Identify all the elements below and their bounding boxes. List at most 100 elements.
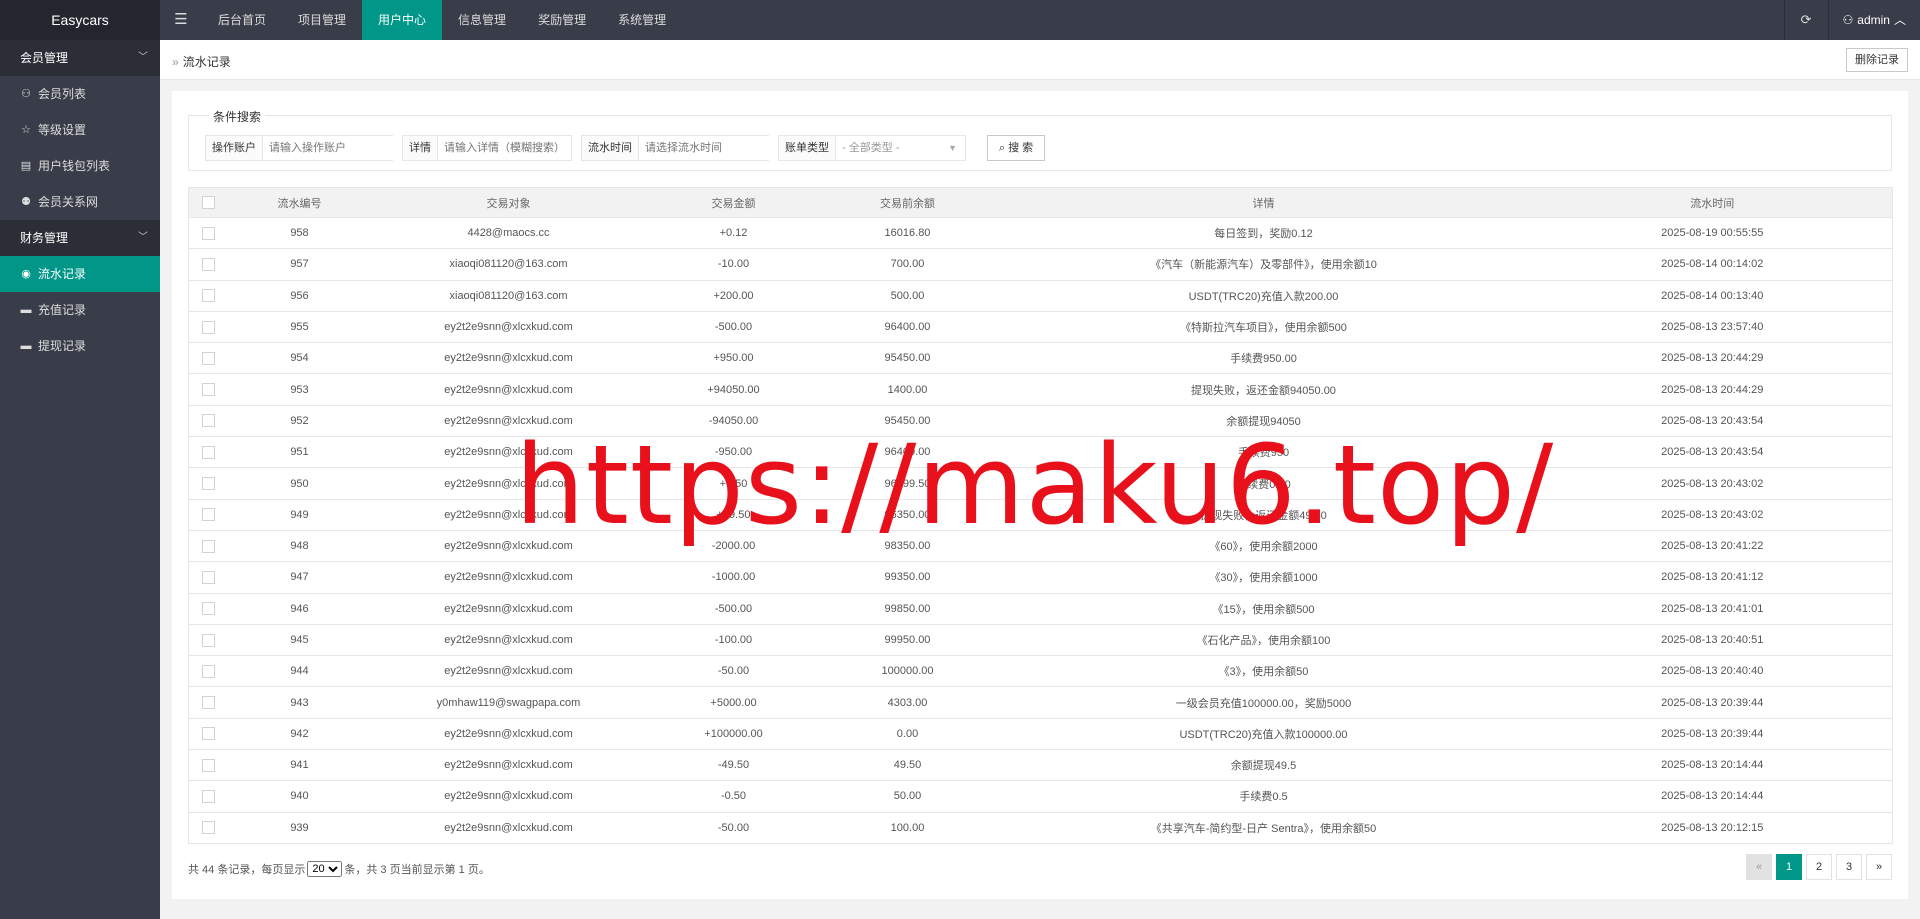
table-row[interactable]: 956 xiaoqi081120@163.com +200.00 500.00 USDT… <box>188 280 1893 312</box>
type-select[interactable]: - 全部类型 - ▼ <box>836 136 965 160</box>
table-row[interactable]: 958 4428@maocs.cc +0.12 16016.80 每日签到，奖励0.12… <box>188 217 1893 250</box>
refresh-icon[interactable]: ⟳ <box>1783 0 1828 40</box>
sidebar-item[interactable]: ◉ 流水记录 <box>0 256 160 292</box>
cell-time: 2025-08-13 20:43:02 <box>1532 499 1893 531</box>
topnav-item[interactable]: 项目管理 <box>282 0 362 40</box>
cell-detail: 每日签到，奖励0.12 <box>994 217 1533 250</box>
page-button[interactable]: 2 <box>1806 854 1832 880</box>
page-button[interactable]: 1 <box>1776 854 1802 880</box>
header-before-balance[interactable]: 交易前余额 <box>820 187 995 218</box>
header-id[interactable]: 流水编号 <box>228 187 371 218</box>
sidebar-item-label: 提现记录 <box>38 339 87 353</box>
cell-detail: 《30》，使用余额1000 <box>994 561 1533 594</box>
app-logo[interactable]: Easycars <box>0 0 160 40</box>
row-checkbox[interactable] <box>202 789 216 803</box>
prev-page-button[interactable]: « <box>1746 854 1772 880</box>
hamburger-icon[interactable]: ☰ <box>160 0 202 40</box>
row-checkbox[interactable] <box>202 257 216 271</box>
detail-label: 详情 <box>403 136 438 160</box>
row-checkbox[interactable] <box>202 664 216 678</box>
account-label: 操作账户 <box>206 136 263 160</box>
row-checkbox[interactable] <box>202 696 216 710</box>
sidebar-item[interactable]: ▬ 充值记录 <box>0 292 160 328</box>
table-row[interactable]: 946 ey2t2e9snn@xlcxkud.com -500.00 99850.00… <box>188 593 1893 625</box>
row-checkbox[interactable] <box>202 602 216 616</box>
row-checkbox[interactable] <box>202 570 216 584</box>
row-checkbox[interactable] <box>202 539 216 553</box>
sidebar-item[interactable]: ☆ 等级设置 <box>0 112 160 148</box>
row-checkbox[interactable] <box>202 508 216 522</box>
row-checkbox[interactable] <box>202 758 216 772</box>
table-row[interactable]: 943 y0mhaw119@swagpapa.com +5000.00 4303.00… <box>188 686 1893 719</box>
row-checkbox[interactable] <box>202 821 216 835</box>
header-target[interactable]: 交易对象 <box>370 187 647 218</box>
row-checkbox[interactable] <box>202 351 216 365</box>
sidebar-item[interactable]: ▤ 用户钱包列表 <box>0 148 160 184</box>
row-checkbox[interactable] <box>202 383 216 397</box>
row-checkbox[interactable] <box>202 226 216 240</box>
search-button[interactable]: ⌕ 搜 索 <box>987 135 1045 161</box>
cell-target: ey2t2e9snn@xlcxkud.com <box>370 311 647 344</box>
sidebar-item[interactable]: ⚇ 会员列表 <box>0 76 160 112</box>
detail-input[interactable] <box>438 136 570 160</box>
table-row[interactable]: 945 ey2t2e9snn@xlcxkud.com -100.00 99950.00… <box>188 624 1893 657</box>
table-row[interactable]: 939 ey2t2e9snn@xlcxkud.com -50.00 100.00 《共享… <box>188 812 1893 844</box>
cell-id: 945 <box>228 624 371 657</box>
next-page-button[interactable]: » <box>1866 854 1892 880</box>
per-page-select[interactable]: 20 <box>307 861 343 877</box>
row-checkbox[interactable] <box>202 445 216 459</box>
table-row[interactable]: 940 ey2t2e9snn@xlcxkud.com -0.50 50.00 手续费0.… <box>188 780 1893 813</box>
cell-time: 2025-08-13 20:43:54 <box>1532 436 1893 469</box>
topnav-item[interactable]: 信息管理 <box>442 0 522 40</box>
topnav-item[interactable]: 后台首页 <box>202 0 282 40</box>
row-checkbox[interactable] <box>202 289 216 303</box>
search-fieldset: 条件搜索 操作账户 详情 流水时间 账单类型 - 全部类型 - ▼ ⌕ 搜 索 <box>188 108 1892 171</box>
cell-id: 942 <box>228 718 371 751</box>
select-cell <box>188 217 229 250</box>
table-row[interactable]: 942 ey2t2e9snn@xlcxkud.com +100000.00 0.00 U… <box>188 718 1893 751</box>
sidebar-group[interactable]: 财务管理 ﹀ <box>0 220 160 256</box>
table-row[interactable]: 953 ey2t2e9snn@xlcxkud.com +94050.00 1400.0… <box>188 373 1893 406</box>
select-cell <box>188 812 229 844</box>
table-row[interactable]: 941 ey2t2e9snn@xlcxkud.com -49.50 49.50 余额提现… <box>188 749 1893 782</box>
header-time[interactable]: 流水时间 <box>1532 187 1893 218</box>
cell-target: 4428@maocs.cc <box>370 217 647 250</box>
cell-before-balance: 100.00 <box>820 812 995 844</box>
header-amount[interactable]: 交易金额 <box>646 187 821 218</box>
table-row[interactable]: 957 xiaoqi081120@163.com -10.00 700.00 《汽车（新… <box>188 248 1893 281</box>
topnav-item[interactable]: 用户中心 <box>362 0 443 40</box>
cell-amount: -0.50 <box>646 780 821 813</box>
cell-id: 955 <box>228 311 371 344</box>
table-row[interactable]: 954 ey2t2e9snn@xlcxkud.com +950.00 95450.00… <box>188 342 1893 375</box>
account-input[interactable] <box>263 136 393 160</box>
card-icon: ▬ <box>20 340 32 352</box>
row-checkbox[interactable] <box>202 477 216 491</box>
sidebar-group[interactable]: 会员管理 ﹀ <box>0 40 160 76</box>
cell-detail: 一级会员充值100000.00，奖励5000 <box>994 686 1533 719</box>
sidebar-item[interactable]: ▬ 提现记录 <box>0 328 160 364</box>
time-input[interactable] <box>639 136 769 160</box>
table-row[interactable]: 955 ey2t2e9snn@xlcxkud.com -500.00 96400.00… <box>188 311 1893 344</box>
table-row[interactable]: 947 ey2t2e9snn@xlcxkud.com -1000.00 99350.0… <box>188 561 1893 594</box>
row-checkbox[interactable] <box>202 727 216 741</box>
table-row[interactable]: 944 ey2t2e9snn@xlcxkud.com -50.00 100000.00… <box>188 655 1893 688</box>
row-checkbox[interactable] <box>202 414 216 428</box>
cell-detail: 余额提现49.5 <box>994 749 1533 782</box>
user-menu[interactable]: ⚇ admin ︿ <box>1827 0 1920 40</box>
row-checkbox[interactable] <box>202 320 216 334</box>
breadcrumb-current[interactable]: 流水记录 <box>183 55 231 69</box>
delete-records-button[interactable]: 删除记录 <box>1846 48 1908 72</box>
select-all-checkbox[interactable] <box>202 196 216 209</box>
cell-target: ey2t2e9snn@xlcxkud.com <box>370 561 647 594</box>
page-button[interactable]: 3 <box>1836 854 1862 880</box>
topnav-item[interactable]: 系统管理 <box>602 0 682 40</box>
search-button-label: 搜 索 <box>1008 142 1034 154</box>
row-checkbox[interactable] <box>202 633 216 647</box>
select-cell <box>188 436 229 469</box>
header-detail[interactable]: 详情 <box>994 187 1533 218</box>
select-cell <box>188 405 229 438</box>
topnav-item[interactable]: 奖励管理 <box>522 0 602 40</box>
cell-time: 2025-08-13 20:41:01 <box>1532 593 1893 625</box>
cell-target: y0mhaw119@swagpapa.com <box>370 686 647 719</box>
sidebar-item[interactable]: ⚉ 会员关系网 <box>0 184 160 220</box>
